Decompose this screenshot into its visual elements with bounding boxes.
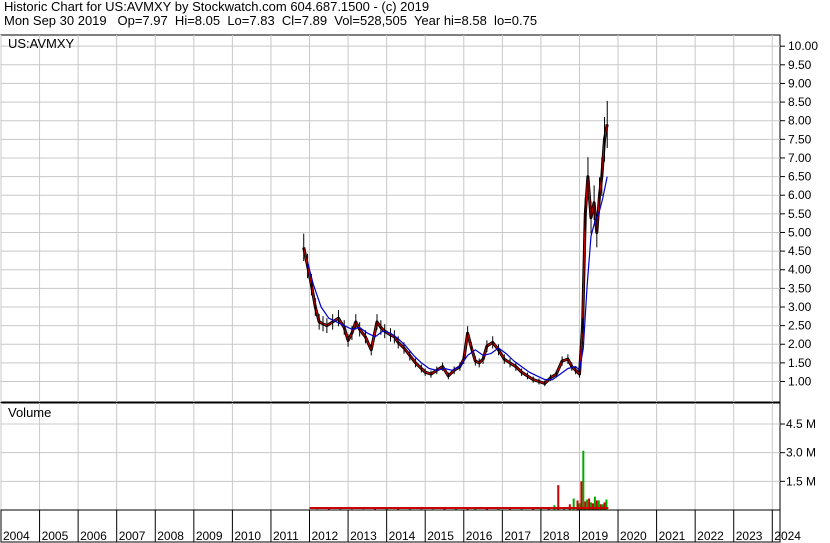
x-tick-label: 2022 — [697, 529, 724, 543]
price-y-tick-label: 4.00 — [788, 263, 812, 277]
price-y-tick-label: 5.50 — [788, 207, 812, 221]
x-tick-label: 2007 — [119, 529, 146, 543]
x-tick-label: 2008 — [157, 529, 184, 543]
x-tick-label: 2018 — [543, 529, 570, 543]
price-y-tick-label: 2.50 — [788, 319, 812, 333]
price-y-tick-label: 9.50 — [788, 58, 812, 72]
volume-panel-label: Volume — [8, 405, 51, 420]
x-tick-label: 2004 — [3, 529, 30, 543]
price-y-tick-label: 7.00 — [788, 151, 812, 165]
x-tick-label: 2016 — [466, 529, 493, 543]
price-y-tick-label: 1.00 — [788, 375, 812, 389]
price-panel — [0, 34, 781, 403]
x-tick-label: 2019 — [581, 529, 608, 543]
volume-bar — [557, 485, 560, 510]
x-tick-label: 2020 — [620, 529, 647, 543]
stock-chart: 1.00 1.50 2.00 2.50 3.00 3.50 4.00 4.50 5.00 5.50… — [0, 34, 818, 543]
x-tick-label: 2015 — [427, 529, 454, 543]
volume-bar — [582, 450, 585, 510]
x-tick-label: 2009 — [196, 529, 223, 543]
volume-panel — [0, 402, 781, 511]
x-tick-label: 2013 — [350, 529, 377, 543]
x-tick-label: 2005 — [42, 529, 69, 543]
x-tick-label: 2006 — [80, 529, 107, 543]
price-y-tick-label: 8.00 — [788, 114, 812, 128]
price-y-tick-label: 1.50 — [788, 356, 812, 370]
volume-y-tick-label: 1.5 M — [786, 474, 816, 488]
x-tick-label: 2012 — [312, 529, 339, 543]
price-y-axis: 1.00 1.50 2.00 2.50 3.00 3.50 4.00 4.50 5.00 5.50… — [780, 39, 818, 389]
volume-bar — [580, 481, 583, 510]
price-y-tick-label: 10.00 — [788, 39, 818, 53]
price-y-tick-label: 8.50 — [788, 95, 812, 109]
x-tick-label: 2011 — [273, 529, 299, 543]
price-panel-label: US:AVMXY — [8, 36, 75, 51]
price-y-tick-label: 9.00 — [788, 76, 812, 90]
price-y-tick-label: 5.00 — [788, 225, 812, 239]
price-y-tick-label: 6.00 — [788, 188, 812, 202]
x-tick-label: 2023 — [736, 529, 763, 543]
price-y-tick-label: 3.50 — [788, 281, 812, 295]
price-y-tick-label: 4.50 — [788, 244, 812, 258]
x-tick-label: 2024 — [774, 529, 801, 543]
volume-y-axis: 1.5 M 3.0 M 4.5 M — [780, 417, 816, 488]
x-tick-label: 2010 — [234, 529, 261, 543]
price-y-tick-label: 7.50 — [788, 132, 812, 146]
x-tick-label: 2021 — [659, 529, 686, 543]
volume-y-tick-label: 3.0 M — [786, 446, 816, 460]
price-y-tick-label: 3.00 — [788, 300, 812, 314]
x-tick-label: 2017 — [504, 529, 531, 543]
price-y-tick-label: 6.50 — [788, 170, 812, 184]
price-y-tick-label: 2.00 — [788, 337, 812, 351]
volume-y-tick-label: 4.5 M — [786, 417, 816, 431]
x-tick-label: 2014 — [389, 529, 416, 543]
